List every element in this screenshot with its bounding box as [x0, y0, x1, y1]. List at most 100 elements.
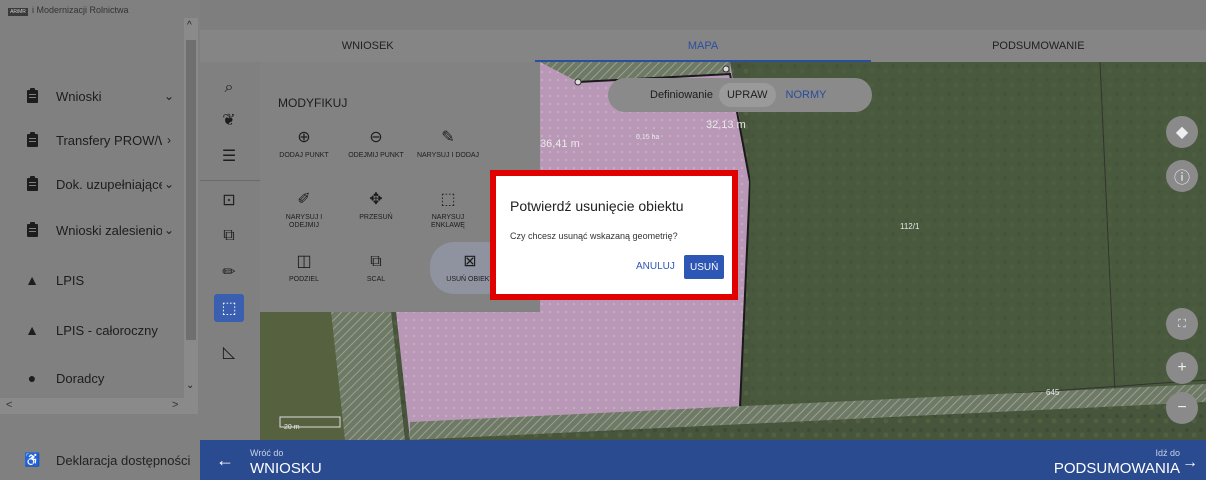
draw-add-tool[interactable]: ✎ NARYSUJ I DODAJ [416, 128, 480, 160]
sidebar-item-lpis-caloroczny[interactable]: ▲ LPIS - całoroczny [0, 310, 184, 350]
select-area-icon: ⊡ [222, 192, 236, 209]
measure-tool-button[interactable]: ◺ [214, 338, 244, 366]
accessibility-icon: ♿ [24, 452, 41, 467]
tab-mapa[interactable]: MAPA [535, 30, 871, 62]
chevron-down-icon: ⌄ [163, 89, 175, 103]
chevron-down-icon: ⌄ [163, 177, 175, 191]
clipboard-icon [24, 221, 40, 238]
search-tool-button[interactable]: ⌕ [214, 74, 244, 102]
sidebar-horizontal-scrollbar[interactable]: < > [0, 398, 198, 414]
add-point-tool[interactable]: ⊕ DODAJ PUNKT [272, 128, 336, 160]
copy-icon: ⧉ [223, 227, 235, 244]
draw-add-icon: ✎ [441, 129, 455, 146]
split-tool[interactable]: ◫ PODZIEL [272, 252, 336, 284]
measure-label-left: 36,41 m [540, 138, 580, 150]
crop-tool-button[interactable]: ❦ [214, 106, 244, 134]
cancel-button[interactable]: ANULUJ [636, 256, 675, 278]
tool-label: NARYSUJ I ODEJMIJ [285, 214, 323, 229]
zoom-out-button[interactable]: − [1166, 392, 1198, 424]
sidebar: ARiMR i Modernizacji Rolnictwa Wnioski ⌄… [0, 0, 200, 480]
upraw-option[interactable]: UPRAW [718, 83, 776, 107]
measure-label-right: 32,13 m [706, 119, 746, 131]
accessibility-label: Deklaracja dostępności [56, 452, 191, 468]
plant-icon: ❦ [222, 112, 236, 129]
tool-label: NARYSUJ ENKLAWĘ [431, 214, 465, 229]
fullscreen-button[interactable]: ⛶ [1166, 308, 1198, 340]
merge-icon: ⧉ [370, 253, 382, 270]
sidebar-item-doradcy[interactable]: ● Doradcy [0, 358, 184, 398]
merge-tool[interactable]: ⧉ SCAL [344, 252, 408, 284]
next-caption: Idź do [1155, 448, 1180, 458]
tab-wniosek[interactable]: WNIOSEK [200, 30, 535, 62]
zoom-in-button[interactable]: + [1166, 352, 1198, 384]
confirm-delete-dialog: Potwierdź usunięcie obiektu Czy chcesz u… [496, 176, 732, 294]
ruler-icon: ◺ [222, 344, 236, 361]
sidebar-header: ARiMR i Modernizacji Rolnictwa [0, 0, 200, 30]
sidebar-item-wnioski[interactable]: Wnioski ⌄ [0, 76, 184, 116]
scroll-right-arrow[interactable]: > [172, 399, 178, 411]
arrow-left-icon[interactable]: ← [216, 450, 234, 471]
sidebar-item-wnioski-zalesieniowe[interactable]: Wnioski zalesieniowe ⌄ [0, 210, 184, 250]
copy-tool-button[interactable]: ⧉ [214, 222, 244, 250]
sidebar-item-transfery[interactable]: Transfery PROW/WPR › [0, 120, 184, 160]
sidebar-scroll-thumb[interactable] [186, 40, 196, 340]
list-tool-button[interactable]: ☰ [214, 142, 244, 170]
info-button[interactable]: ⓘ [1166, 160, 1198, 192]
scroll-up-arrow[interactable]: ^ [187, 20, 192, 31]
person-icon: ● [27, 370, 37, 386]
map-tool-rail: ⌕ ❦ ☰ ⊡ ⧉ ✏ ⬚ ◺ [200, 62, 260, 440]
modify-tool-button[interactable]: ⬚ [214, 294, 244, 322]
select-tool-button[interactable]: ⊡ [214, 186, 244, 214]
agency-name: i Modernizacji Rolnictwa [32, 5, 129, 15]
pencil-icon: ✏ [222, 264, 236, 281]
clipboard-icon [24, 175, 40, 192]
scroll-down-arrow[interactable]: ⌄ [186, 380, 194, 391]
back-caption: Wróć do [250, 448, 284, 458]
terrain-icon: ▲ [25, 272, 39, 288]
back-to-application-button[interactable]: WNIOSKU [250, 460, 322, 477]
scroll-left-arrow[interactable]: < [6, 399, 12, 411]
clipboard-icon [24, 87, 40, 104]
sidebar-item-label: LPIS [56, 272, 85, 288]
definition-mode-toggle: Definiowanie UPRAW NORMY [608, 78, 872, 112]
accessibility-declaration-link[interactable]: ♿ Deklaracja dostępności [0, 440, 200, 480]
search-icon: ⌕ [224, 79, 234, 96]
parcel-number-label: 645 [1046, 388, 1060, 397]
sidebar-item-lpis[interactable]: ▲ LPIS [0, 260, 184, 300]
plus-icon: + [1177, 359, 1187, 376]
sidebar-item-label: Wnioski zalesieniowe [56, 222, 162, 238]
add-point-icon: ⊕ [297, 129, 311, 146]
edit-tool-button[interactable]: ✏ [214, 258, 244, 286]
sidebar-item-label: Dok. uzupełniające [56, 176, 162, 192]
rail-divider [200, 180, 260, 181]
fullscreen-icon: ⛶ [1178, 317, 1186, 330]
chevron-right-icon: › [167, 133, 171, 147]
sidebar-item-dok-uzupelniajace[interactable]: Dok. uzupełniające ⌄ [0, 164, 184, 204]
draw-subtract-tool[interactable]: ✐ NARYSUJ I ODEJMIJ [272, 190, 336, 230]
clipboard-icon [24, 131, 40, 148]
move-tool[interactable]: ✥ PRZESUŃ [344, 190, 408, 222]
draw-subtract-icon: ✐ [297, 191, 311, 208]
layers-button[interactable]: ◆ [1166, 116, 1198, 148]
chevron-down-icon: ⌄ [163, 223, 175, 237]
sidebar-item-label: Transfery PROW/WPR [56, 132, 162, 148]
sidebar-item-label: LPIS - całoroczny [56, 322, 158, 338]
tab-podsumowanie[interactable]: PODSUMOWANIE [871, 30, 1206, 62]
sidebar-item-label: Wnioski [56, 88, 102, 104]
layers-icon: ◆ [1175, 124, 1189, 141]
split-icon: ◫ [296, 253, 312, 270]
move-icon: ✥ [369, 191, 383, 208]
tool-label: ODEJMIJ PUNKT [348, 152, 404, 159]
tool-label: DODAJ PUNKT [279, 152, 329, 159]
scale-bar-label: 20 m [284, 424, 300, 431]
sidebar-item-label: Doradcy [56, 370, 105, 386]
confirm-delete-button[interactable]: USUŃ [684, 255, 724, 279]
dialog-message: Czy chcesz usunąć wskazaną geometrię? [510, 231, 678, 241]
remove-point-tool[interactable]: ⊖ ODEJMIJ PUNKT [344, 128, 408, 160]
arrow-right-icon[interactable]: → [1182, 454, 1198, 472]
normy-option[interactable]: NORMY [786, 89, 827, 101]
go-to-summary-button[interactable]: PODSUMOWANIA [1054, 460, 1180, 477]
enclave-tool[interactable]: ⬚ NARYSUJ ENKLAWĘ [416, 190, 480, 230]
dialog-title: Potwierdź usunięcie obiektu [510, 198, 684, 214]
remove-point-icon: ⊖ [369, 129, 383, 146]
